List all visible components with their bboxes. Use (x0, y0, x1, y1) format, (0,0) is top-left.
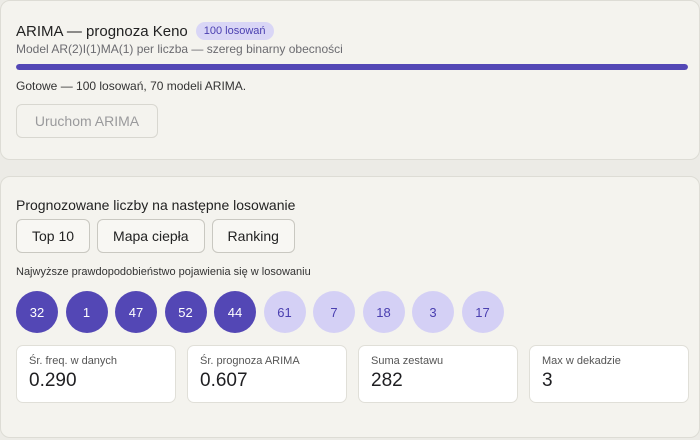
number-ball: 32 (16, 291, 58, 333)
stat-value: 3 (542, 370, 553, 391)
predicted-numbers: 32 1 47 52 44 61 7 18 3 17 (16, 291, 504, 333)
stats-row: Śr. freq. w danych 0.290 Śr. prognoza AR… (16, 345, 689, 403)
tab-heatmap[interactable]: Mapa ciepła (97, 219, 205, 253)
stat-value: 282 (371, 370, 403, 391)
stat-label: Max w dekadzie (542, 355, 621, 367)
page-title: ARIMA — prognoza Keno (16, 22, 188, 40)
model-subtitle: Model AR(2)I(1)MA(1) per liczba — szereg… (16, 42, 343, 56)
progress-bar (16, 64, 688, 70)
prediction-title: Prognozowane liczby na następne losowani… (16, 197, 296, 213)
status-text: Gotowe — 100 losowań, 70 modeli ARIMA. (16, 79, 247, 93)
number-ball: 1 (65, 291, 108, 333)
stat-value: 0.607 (200, 370, 248, 391)
title-row: ARIMA — prognoza Keno 100 losowań (16, 22, 274, 40)
stat-label: Śr. freq. w danych (29, 355, 118, 367)
stat-card-avg-forecast: Śr. prognoza ARIMA 0.607 (187, 345, 347, 403)
probability-hint: Najwyższe prawdopodobieństwo pojawienia … (16, 266, 311, 278)
number-ball: 61 (263, 291, 306, 333)
progress-fill (16, 64, 688, 70)
number-ball: 17 (461, 291, 504, 333)
stat-card-set-sum: Suma zestawu 282 (358, 345, 518, 403)
stat-card-avg-frequency: Śr. freq. w danych 0.290 (16, 345, 176, 403)
stat-value: 0.290 (29, 370, 77, 391)
stat-label: Suma zestawu (371, 355, 444, 367)
draw-count-badge: 100 losowań (195, 22, 274, 40)
number-ball: 3 (412, 291, 454, 333)
number-ball: 7 (313, 291, 355, 333)
number-ball: 18 (362, 291, 405, 333)
view-tabs: Top 10 Mapa ciepła Ranking (16, 219, 295, 253)
tab-ranking[interactable]: Ranking (211, 219, 295, 253)
tab-top-10[interactable]: Top 10 (16, 219, 91, 253)
number-ball: 47 (115, 291, 157, 333)
number-ball: 52 (164, 291, 207, 333)
number-ball: 44 (214, 291, 256, 333)
stat-card-max-decade: Max w dekadzie 3 (529, 345, 689, 403)
run-arima-button[interactable]: Uruchom ARIMA (16, 104, 158, 138)
stat-label: Śr. prognoza ARIMA (200, 355, 300, 367)
